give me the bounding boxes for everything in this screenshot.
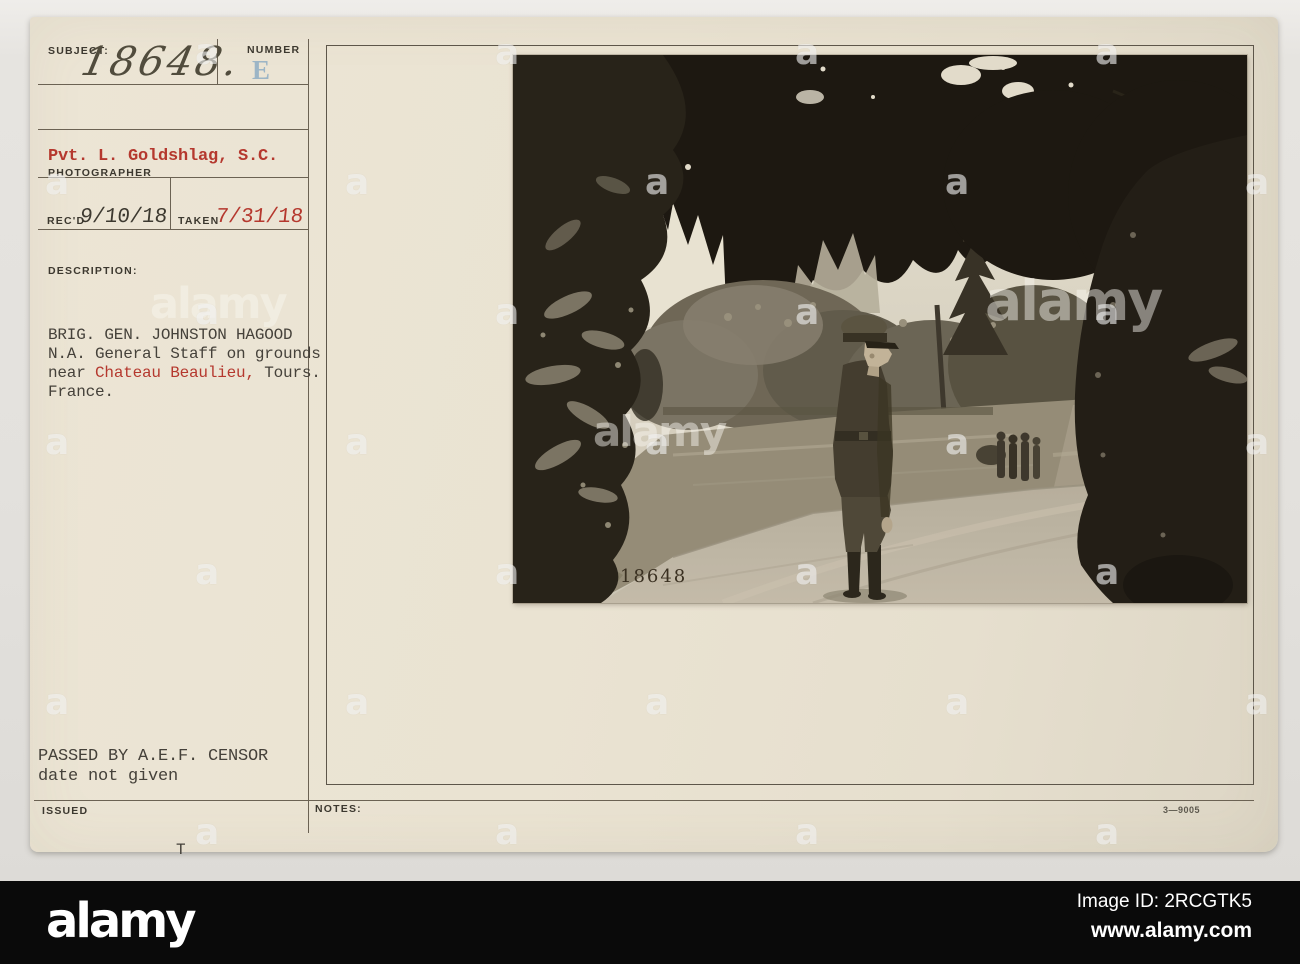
description-line-3-pre: near bbox=[48, 364, 96, 382]
alamy-footer-bar: alamy Image ID: 2RCGTK5 www.alamy.com bbox=[0, 881, 1300, 964]
typed-t-mark: T bbox=[176, 841, 186, 859]
description-line-3: near Chateau Beaulieu, Tours. bbox=[48, 364, 321, 383]
censor-line-2: date not given bbox=[38, 767, 179, 786]
footer-right: Image ID: 2RCGTK5 www.alamy.com bbox=[1077, 891, 1252, 943]
divider-recd-taken bbox=[170, 177, 171, 229]
description-label: DESCRIPTION: bbox=[48, 265, 138, 277]
photographer-name: Pvt. L. Goldshlag, S.C. bbox=[48, 147, 279, 166]
rule-above-photographer bbox=[38, 129, 308, 130]
description-text: BRIG. GEN. JOHNSTON HAGOOD N.A. General … bbox=[48, 326, 321, 402]
description-line-4: France. bbox=[48, 383, 114, 401]
taken-label: TAKEN bbox=[178, 215, 220, 227]
column-divider bbox=[308, 39, 309, 833]
rule-under-dates bbox=[38, 229, 308, 230]
number-stamp: E bbox=[252, 55, 271, 85]
description-line-3-red: Chateau Beaulieu, bbox=[95, 364, 255, 382]
photo: 18648 bbox=[513, 55, 1247, 603]
issued-label: ISSUED bbox=[42, 805, 89, 817]
rule-issued-notes bbox=[34, 800, 1254, 801]
notes-label: NOTES: bbox=[315, 803, 362, 815]
taken-date: 7/31/18 bbox=[214, 206, 305, 229]
sepia-tint bbox=[513, 55, 1247, 603]
print-code: 3—9005 bbox=[1163, 805, 1201, 815]
caption-card: SUBJECT: 18648. NUMBER E Pvt. L. Goldshl… bbox=[30, 17, 1278, 859]
photographer-label: PHOTOGRAPHER bbox=[48, 167, 153, 179]
alamy-logo: alamy bbox=[46, 893, 197, 949]
description-line-1: BRIG. GEN. JOHNSTON HAGOOD bbox=[48, 326, 293, 344]
scanned-archive-photo-page: SUBJECT: 18648. NUMBER E Pvt. L. Goldshl… bbox=[0, 0, 1300, 964]
description-line-2: N.A. General Staff on grounds bbox=[48, 345, 321, 363]
censor-line-1: PASSED BY A.E.F. CENSOR bbox=[38, 747, 269, 766]
image-id-text: Image ID: 2RCGTK5 bbox=[1076, 891, 1252, 912]
subject-number-handwritten: 18648. bbox=[77, 39, 245, 85]
website-text: www.alamy.com bbox=[1090, 919, 1252, 942]
description-line-3-post: Tours. bbox=[254, 364, 321, 382]
recd-date: 9/10/18 bbox=[78, 206, 169, 229]
